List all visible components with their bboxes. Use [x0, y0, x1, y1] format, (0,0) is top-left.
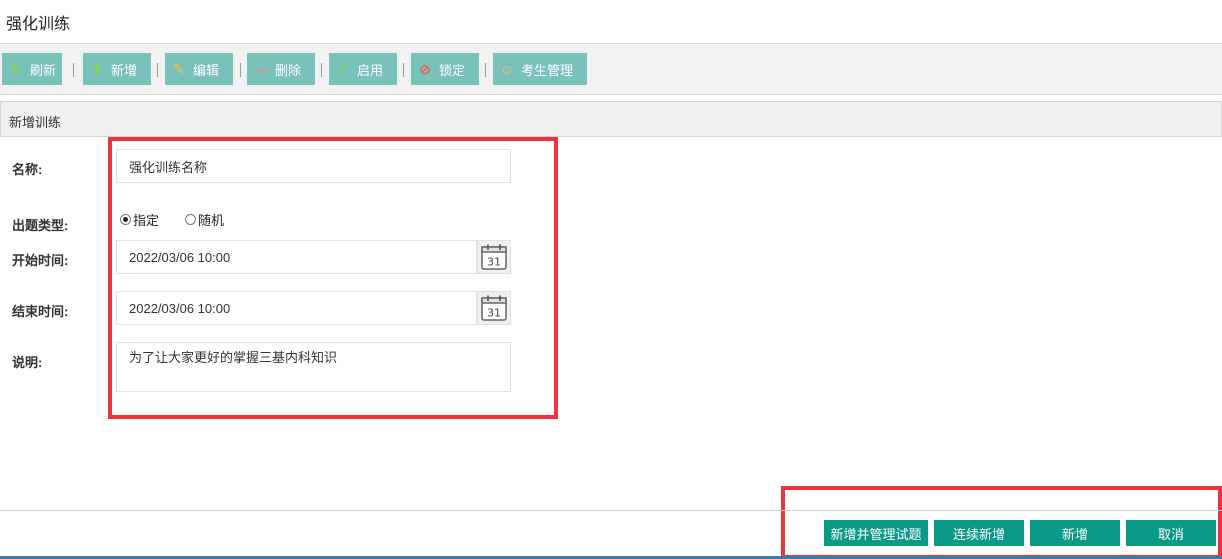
add-label: 新增 [111, 62, 138, 78]
toolbar: ↻ 刷新 + 新增 ✎ 编辑 — 删除 ✓ 启用 ⊘ 锁定 ☺ 考生管理 [0, 43, 1222, 95]
toolbar-divider [485, 63, 486, 77]
name-input[interactable]: 强化训练名称 [116, 149, 511, 183]
calendar-icon: 31 [481, 244, 507, 270]
radio-random[interactable]: 随机 [185, 210, 224, 229]
toolbar-divider [73, 63, 74, 77]
submit-add-button[interactable]: 新增 [1030, 520, 1120, 546]
examinee-management-button[interactable]: ☺ 考生管理 [493, 53, 587, 85]
end-time-input[interactable]: 2022/03/06 10:00 [116, 291, 477, 325]
toolbar-divider [157, 63, 158, 77]
start-time-label: 开始时间: [12, 253, 69, 268]
start-time-input[interactable]: 2022/03/06 10:00 [116, 240, 477, 274]
end-calendar-button[interactable]: 31 [477, 291, 511, 325]
end-time-label: 结束时间: [12, 304, 69, 319]
toolbar-divider [321, 63, 322, 77]
radio-checked-icon [120, 214, 131, 225]
radio-specified[interactable]: 指定 [120, 210, 159, 229]
add-and-manage-questions-button[interactable]: 新增并管理试题 [824, 520, 928, 546]
plus-icon: + [91, 58, 103, 79]
enable-button[interactable]: ✓ 启用 [329, 53, 397, 85]
add-button[interactable]: + 新增 [83, 53, 151, 85]
refresh-button[interactable]: ↻ 刷新 [2, 53, 62, 85]
start-calendar-button[interactable]: 31 [477, 240, 511, 274]
cancel-button[interactable]: 取消 [1126, 520, 1216, 546]
delete-button[interactable]: — 删除 [247, 53, 315, 85]
footer-divider [0, 510, 1222, 511]
pencil-icon: ✎ [173, 60, 185, 77]
refresh-label: 刷新 [30, 62, 57, 78]
radio-specified-label: 指定 [133, 213, 160, 228]
radio-random-label: 随机 [198, 213, 225, 228]
calendar-day: 31 [487, 256, 501, 269]
edit-label: 编辑 [193, 62, 220, 78]
continuous-add-button[interactable]: 连续新增 [934, 520, 1024, 546]
refresh-icon: ↻ [10, 60, 22, 77]
examinee-management-label: 考生管理 [521, 62, 574, 78]
user-icon: ☺ [499, 61, 515, 77]
question-type-label: 出题类型: [12, 218, 69, 233]
toolbar-divider [403, 63, 404, 77]
enable-label: 启用 [357, 62, 384, 78]
check-icon: ✓ [337, 60, 349, 77]
minus-icon: — [254, 61, 268, 77]
calendar-icon: 31 [481, 295, 507, 321]
section-header: 新增训练 [0, 101, 1222, 137]
forbidden-icon: ⊘ [419, 60, 431, 77]
section-title: 新增训练 [9, 115, 62, 130]
radio-unchecked-icon [185, 214, 196, 225]
delete-label: 删除 [275, 62, 302, 78]
lock-button[interactable]: ⊘ 锁定 [411, 53, 479, 85]
toolbar-divider [240, 63, 241, 77]
description-textarea[interactable]: 为了让大家更好的掌握三基内科知识 [116, 342, 511, 392]
page-title: 强化训练 [6, 16, 71, 33]
description-label: 说明: [12, 355, 43, 370]
edit-button[interactable]: ✎ 编辑 [165, 53, 233, 85]
calendar-day: 31 [487, 307, 501, 320]
lock-label: 锁定 [439, 62, 466, 78]
name-label: 名称: [12, 162, 43, 177]
